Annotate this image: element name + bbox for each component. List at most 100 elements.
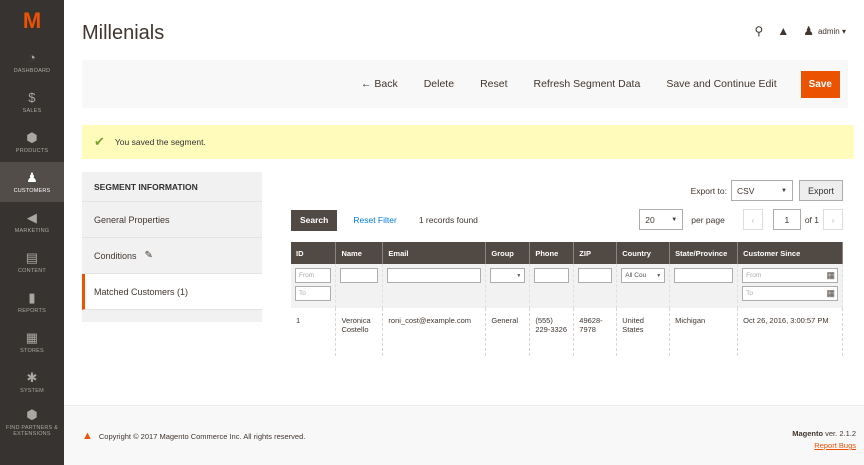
delete-button[interactable]: Delete <box>424 78 454 90</box>
reset-filter-link[interactable]: Reset Filter <box>353 215 396 225</box>
column-header-name[interactable]: Name <box>335 242 384 264</box>
column-header-state-province[interactable]: State/Province <box>669 242 739 264</box>
sidebar-item-dashboard[interactable]: ◔ Dashboard <box>0 42 64 82</box>
chevron-down-icon: ▼ <box>656 272 662 279</box>
prev-page-button[interactable]: ‹ <box>742 209 763 230</box>
tab-general-properties[interactable]: General Properties <box>82 202 262 238</box>
pager: 20 ▼ per page ‹ 1 of 1 › <box>639 209 843 230</box>
chevron-down-icon: ▼ <box>671 216 678 223</box>
tab-conditions[interactable]: Conditions ✎ <box>82 238 262 274</box>
cell-customer-since: Oct 26, 2016, 3:00:57 PM <box>737 308 843 356</box>
sidebar-item-label: Dashboard <box>13 68 51 74</box>
report-bugs-link[interactable]: Report Bugs <box>792 440 856 452</box>
sidebar-item-find-partners-extensions[interactable]: ⬢ Find Partners & Extensions <box>0 402 64 442</box>
calendar-icon[interactable]: ▦ <box>826 270 835 281</box>
tabs-heading: Segment Information <box>82 172 262 202</box>
person-icon: ♟ <box>26 170 38 185</box>
header-row: ID Name Email Group Phone ZIP Country State/Pro… <box>291 242 843 264</box>
chevron-down-icon: ▼ <box>781 187 787 194</box>
cell-group: General <box>485 308 531 356</box>
sidebar-item-content[interactable]: ▤ Content <box>0 242 64 282</box>
sidebar-item-label: System <box>20 388 44 394</box>
search-button[interactable]: Search <box>291 209 338 231</box>
user-name: admin ▾ <box>817 26 846 36</box>
id-to-filter[interactable]: To <box>295 286 332 301</box>
reset-button[interactable]: Reset <box>480 78 507 90</box>
sidebar-item-label: Stores <box>20 348 44 354</box>
store-icon: ▦ <box>25 330 39 345</box>
sidebar-item-label: Sales <box>22 108 42 114</box>
column-header-customer-since[interactable]: Customer Since <box>737 242 843 264</box>
main-content: Millenials ⚲ ▲ ♟ admin ▾ ← Back Delete Re… <box>64 0 864 465</box>
page-actions: ← Back Delete Reset Refresh Segment Data… <box>82 60 848 108</box>
sidebar-item-label: Products <box>15 148 49 154</box>
cell-phone: (555) 229-3326 <box>529 308 575 356</box>
since-to-filter[interactable]: To ▦ <box>742 286 838 301</box>
tab-label: Matched Customers (1) <box>94 286 189 297</box>
export-button[interactable]: Export <box>798 180 843 201</box>
sidebar-item-customers[interactable]: ♟ Customers <box>0 162 64 202</box>
page-total: of 1 <box>804 214 819 225</box>
column-header-email[interactable]: Email <box>382 242 487 264</box>
per-page-label: per page <box>691 214 725 225</box>
group-filter[interactable]: ▼ <box>490 268 526 283</box>
column-header-country[interactable]: Country <box>616 242 671 264</box>
records-count: 1 records found <box>418 215 478 225</box>
next-page-button[interactable]: › <box>823 209 843 230</box>
column-header-phone[interactable]: Phone <box>529 242 575 264</box>
grid-actions: Search Reset Filter 1 records found 20 ▼ … <box>291 209 843 231</box>
chevron-down-icon: ▼ <box>516 272 522 279</box>
sidebar-item-stores[interactable]: ▦ Stores <box>0 322 64 362</box>
magento-logo[interactable]: M <box>0 0 64 42</box>
calendar-icon[interactable]: ▦ <box>826 288 835 299</box>
save-continue-button[interactable]: Save and Continue Edit <box>666 78 776 90</box>
gear-icon: ✱ <box>26 370 38 385</box>
per-page-select[interactable]: 20 ▼ <box>639 209 684 230</box>
since-from-filter[interactable]: From ▦ <box>742 268 838 283</box>
page-footer: ▲ Copyright © 2017 Magento Commerce Inc. … <box>64 405 864 465</box>
sidebar-item-products[interactable]: ⬢ Products <box>0 122 64 162</box>
page-value: 1 <box>784 214 790 225</box>
zip-filter[interactable] <box>578 268 613 283</box>
column-header-group[interactable]: Group <box>485 242 531 264</box>
email-filter[interactable] <box>387 268 482 283</box>
sidebar-item-marketing[interactable]: ◀ Marketing <box>0 202 64 242</box>
sidebar-item-system[interactable]: ✱ System <box>0 362 64 402</box>
name-filter[interactable] <box>340 268 379 283</box>
export-controls: Export to: CSV ▼ Export <box>691 180 843 201</box>
sidebar-item-sales[interactable]: $ Sales <box>0 82 64 122</box>
tab-label: Conditions <box>94 250 137 261</box>
country-filter[interactable]: All Cou ▼ <box>621 268 666 283</box>
cell-id: 1 <box>291 308 337 356</box>
search-icon[interactable]: ⚲ <box>755 24 764 38</box>
id-from-filter[interactable]: From <box>295 268 332 283</box>
column-header-id[interactable]: ID <box>291 242 337 264</box>
tab-matched-customers[interactable]: Matched Customers (1) <box>82 274 262 310</box>
copyright-text: Copyright © 2017 Magento Commerce Inc. A… <box>98 431 306 441</box>
sidebar-item-reports[interactable]: ▮ Reports <box>0 282 64 322</box>
page-title: Millenials <box>82 22 165 44</box>
bell-icon[interactable]: ▲ <box>777 24 789 38</box>
cube-icon: ⬢ <box>26 407 38 422</box>
cell-state: Michigan <box>669 308 739 356</box>
column-header-zip[interactable]: ZIP <box>573 242 618 264</box>
box-icon: ⬢ <box>26 130 38 145</box>
message-text: You saved the segment. <box>114 137 206 147</box>
refresh-segment-button[interactable]: Refresh Segment Data <box>534 78 641 90</box>
save-button[interactable]: Save <box>800 70 840 98</box>
tab-label: General Properties <box>94 214 170 225</box>
state-filter[interactable] <box>674 268 734 283</box>
user-icon: ♟ <box>803 24 814 38</box>
user-menu[interactable]: ♟ admin ▾ <box>803 24 846 38</box>
version-text: ver. 2.1.2 <box>825 429 856 438</box>
export-format-select[interactable]: CSV ▼ <box>730 180 793 201</box>
pencil-icon: ✎ <box>144 250 153 261</box>
admin-sidebar: M ◔ Dashboard $ Sales ⬢ Products ♟ Customers ◀ Ma… <box>0 0 64 465</box>
phone-filter[interactable] <box>534 268 570 283</box>
back-button[interactable]: ← Back <box>361 78 398 90</box>
bar-chart-icon: ▮ <box>28 290 36 305</box>
export-format-value: CSV <box>736 185 755 196</box>
cell-country: United States <box>616 308 671 356</box>
page-input[interactable]: 1 <box>772 209 801 230</box>
table-row[interactable]: 1 Veronica Costello roni_cost@example.co… <box>291 308 843 356</box>
